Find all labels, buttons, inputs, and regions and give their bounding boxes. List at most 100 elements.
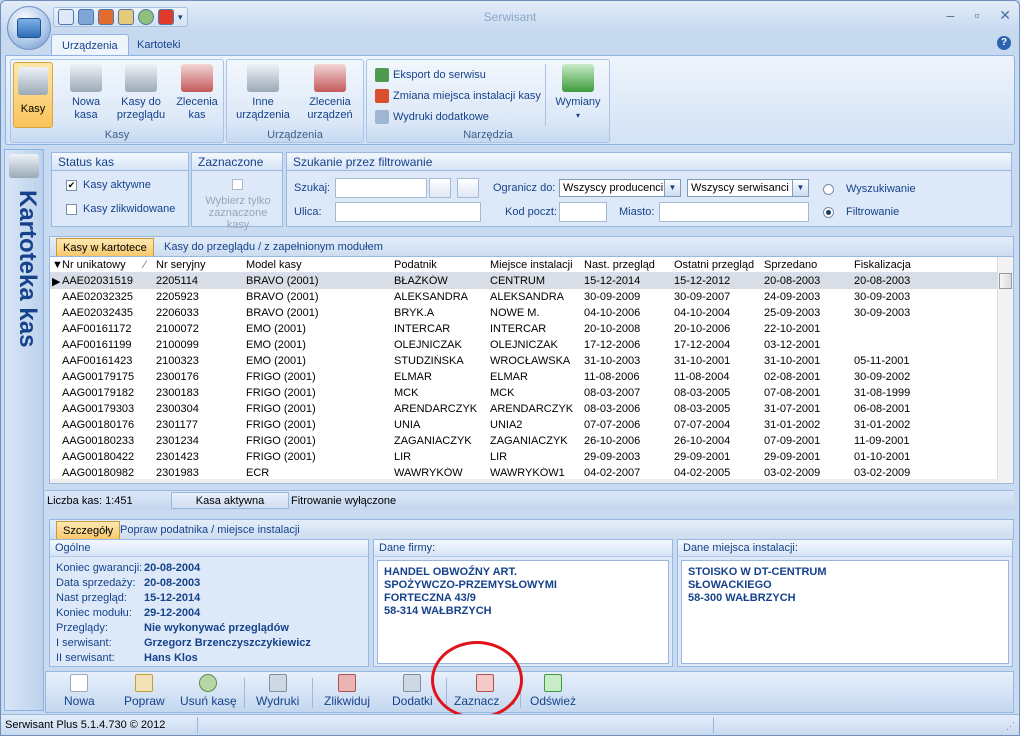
table-row[interactable]: AAG00179175 2300176 FRIGO (2001) ELMAR ELMAR…: [50, 369, 998, 385]
kasy-do-przegladu-button[interactable]: Kasy do przeglądu: [115, 62, 167, 122]
table-row[interactable]: AAF00161199 2100099 EMO (2001) OLEJNICZAK OL…: [50, 337, 998, 353]
table-cell: 2100072: [156, 323, 199, 335]
kasy-aktywne-label: Kasy aktywne: [83, 179, 151, 191]
kasy-zlikwidowane-checkbox[interactable]: Kasy zlikwidowane: [66, 203, 175, 215]
zlecenia-kas-button[interactable]: Zlecenia kas: [173, 62, 221, 122]
wyszukiwanie-radio[interactable]: Wyszukiwanie: [823, 183, 916, 195]
dodatki-button[interactable]: Dodatki: [392, 674, 433, 708]
users-icon[interactable]: [457, 178, 479, 198]
delete-register-icon: [338, 674, 356, 692]
inspect-icon: [125, 64, 157, 92]
table-cell: 03-02-2009: [764, 467, 821, 479]
table-cell: FRIGO (2001): [246, 403, 316, 415]
scroll-thumb[interactable]: [999, 273, 1012, 289]
kasy-aktywne-checkbox[interactable]: ✔ Kasy aktywne: [66, 179, 151, 191]
horizontal-scrollbar[interactable]: [50, 479, 998, 483]
tab-szczegoly[interactable]: Szczegóły: [56, 521, 121, 540]
inne-urzadzenia-button[interactable]: Inne urządzenia: [233, 62, 293, 122]
zlecenia-kas-label: Zlecenia kas: [176, 96, 218, 121]
table-cell: EMO (2001): [246, 323, 306, 335]
table-row[interactable]: AAE02032435 2206033 BRAVO (2001) BRYK.A NOWE…: [50, 305, 998, 321]
radio-off: [823, 183, 834, 195]
col-nr-unikatowy[interactable]: Nr unikatowy: [62, 259, 126, 271]
app-menu-button[interactable]: [7, 6, 51, 50]
table-cell: 30-09-2003: [854, 307, 911, 319]
tab-popraw-podatnika[interactable]: Popraw podatnika / miejsce instalacji: [114, 521, 306, 540]
resize-grip-icon[interactable]: ⋰: [1006, 721, 1015, 732]
table-cell: 07-08-2001: [764, 387, 821, 399]
table-cell: 03-02-2009: [854, 467, 911, 479]
table-row[interactable]: AAF00161172 2100072 EMO (2001) INTERCAR INTE…: [50, 321, 998, 337]
producenci-select[interactable]: Wszyscy producenci ▼: [559, 179, 681, 197]
tab-kartoteki[interactable]: Kartoteki: [127, 34, 190, 56]
table-row[interactable]: AAG00180233 2301234 FRIGO (2001) ZAGANIACZY…: [50, 433, 998, 449]
table-row[interactable]: AAG00179182 2300183 FRIGO (2001) MCK MCK 08-0…: [50, 385, 998, 401]
eksport-button[interactable]: Eksport do serwisu: [375, 66, 486, 84]
table-cell: 2206033: [156, 307, 199, 319]
vertical-scrollbar[interactable]: [997, 257, 1013, 483]
table-row[interactable]: AAF00161423 2100323 EMO (2001) STUDZIŃSKA WR…: [50, 353, 998, 369]
table-cell: AAG00180982: [62, 467, 135, 479]
search-panel: Szukanie przez filtrowanie Szukaj: Ulica…: [286, 152, 1012, 227]
zaznaczone-checkbox[interactable]: [232, 179, 243, 190]
kasy-button[interactable]: Kasy: [13, 62, 53, 128]
table-cell: 2300176: [156, 371, 199, 383]
zmiana-miejsca-button[interactable]: Zmiana miejsca instalacji kasy: [375, 87, 541, 105]
table-cell: 02-08-2001: [764, 371, 821, 383]
col-miejsce[interactable]: Miejsce instalacji: [490, 259, 573, 271]
table-cell: ELMAR: [490, 371, 528, 383]
miasto-input[interactable]: [659, 202, 809, 222]
table-row[interactable]: AAG00180176 2301177 FRIGO (2001) UNIA UNIA2 0…: [50, 417, 998, 433]
dropdown-icon: ▼: [664, 180, 680, 196]
table-cell: EMO (2001): [246, 339, 306, 351]
search-title: Szukanie przez filtrowanie: [287, 153, 1011, 171]
table-cell: 15-12-2014: [584, 275, 641, 287]
table-cell: 07-09-2001: [764, 435, 821, 447]
table-cell: BRAVO (2001): [246, 275, 319, 287]
checkbox-box: [66, 203, 77, 215]
tab-kasy-do-przegladu[interactable]: Kasy do przeglądu / z zapełnionym modułe…: [158, 238, 389, 257]
close-button[interactable]: ✕: [999, 7, 1011, 24]
maximize-button[interactable]: ▫: [974, 7, 979, 24]
table-cell: 2301177: [156, 419, 199, 431]
wymiany-button[interactable]: Wymiany ▾: [553, 62, 603, 122]
table-row[interactable]: AAE02032325 2205923 BRAVO (2001) ALEKSANDRA…: [50, 289, 998, 305]
ogolne-item: I serwisant: Grzegorz Brzenczyszczykiewic…: [56, 637, 311, 649]
table-cell: 26-10-2004: [674, 435, 731, 447]
zlecenia-urzadzen-button[interactable]: Zlecenia urządzeń: [299, 62, 361, 122]
szukaj-input[interactable]: [335, 178, 427, 198]
kod-input[interactable]: [559, 202, 607, 222]
nowa-button[interactable]: Nowa: [64, 674, 95, 708]
popraw-button[interactable]: Popraw: [124, 674, 165, 708]
table-row[interactable]: AAG00179303 2300304 FRIGO (2001) ARENDARCZY…: [50, 401, 998, 417]
nowa-kasa-button[interactable]: Nowa kasa: [63, 62, 109, 122]
tab-urzadzenia[interactable]: Urządzenia: [51, 34, 129, 56]
col-nr-seryjny[interactable]: Nr seryjny: [156, 259, 206, 271]
table-cell: NOWE M.: [490, 307, 540, 319]
col-sprzedano[interactable]: Sprzedano: [764, 259, 817, 271]
wydruki-dodatkowe-button[interactable]: Wydruki dodatkowe: [375, 108, 489, 126]
table-cell: BRAVO (2001): [246, 291, 319, 303]
table-row[interactable]: ▶ AAE02031519 2205114 BRAVO (2001) BŁAŻKÓW CE…: [50, 273, 998, 289]
col-model[interactable]: Model kasy: [246, 259, 302, 271]
serwisanci-select[interactable]: Wszyscy serwisanci ▼: [687, 179, 809, 197]
ulica-input[interactable]: [335, 202, 481, 222]
producenci-value: Wszyscy producenci: [563, 182, 664, 194]
col-fiskalizacja[interactable]: Fiskalizacja: [854, 259, 911, 271]
usun-kase-button[interactable]: Usuń kasę: [180, 674, 237, 708]
table-row[interactable]: AAG00180422 2301423 FRIGO (2001) LIR LIR 29-0…: [50, 449, 998, 465]
tab-kasy-w-kartotece[interactable]: Kasy w kartotece: [56, 238, 154, 257]
odswiez-button[interactable]: Odśwież: [530, 674, 576, 708]
dane-firmy-panel: Dane firmy: HANDEL OBWOŹNY ART. SPOŻYWCZO…: [373, 539, 673, 667]
col-podatnik[interactable]: Podatnik: [394, 259, 437, 271]
minimize-button[interactable]: –: [947, 7, 955, 24]
wydruki-button[interactable]: Wydruki: [256, 674, 299, 708]
status-divider: [197, 717, 198, 733]
col-ostatni-przeglad[interactable]: Ostatni przegląd: [674, 259, 754, 271]
zlikwiduj-button[interactable]: Zlikwiduj: [324, 674, 370, 708]
wydruki-label: Wydruki: [256, 694, 300, 708]
col-nast-przeglad[interactable]: Nast. przegląd: [584, 259, 655, 271]
filtrowanie-radio[interactable]: Filtrowanie: [823, 206, 899, 218]
search-icon[interactable]: [429, 178, 451, 198]
help-icon[interactable]: ?: [997, 36, 1011, 50]
